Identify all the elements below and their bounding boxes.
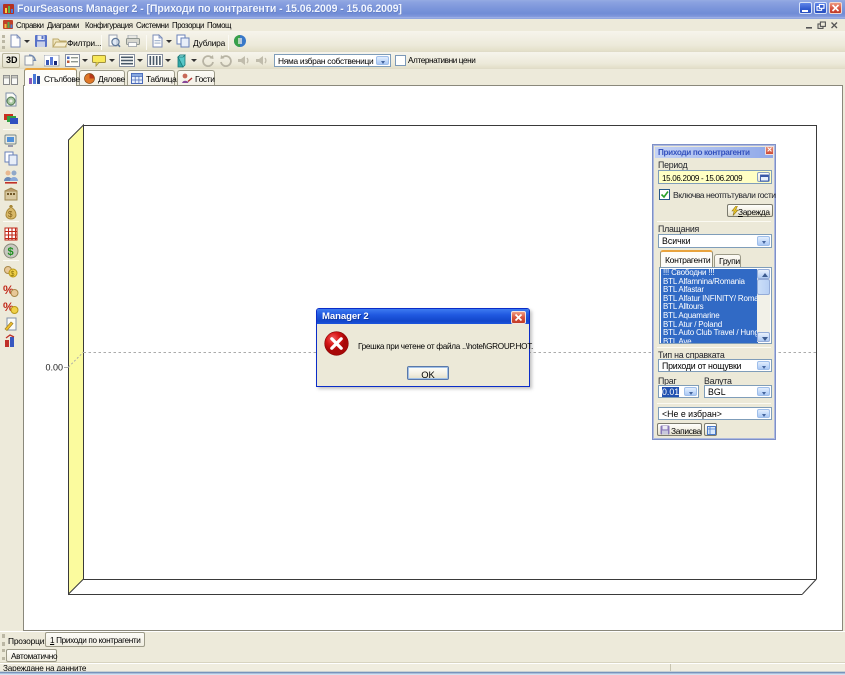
svg-text:0.00: 0.00	[45, 363, 63, 373]
svg-text:$: $	[8, 210, 13, 219]
svg-text:$: $	[11, 271, 15, 278]
svg-text:$: $	[8, 246, 14, 258]
